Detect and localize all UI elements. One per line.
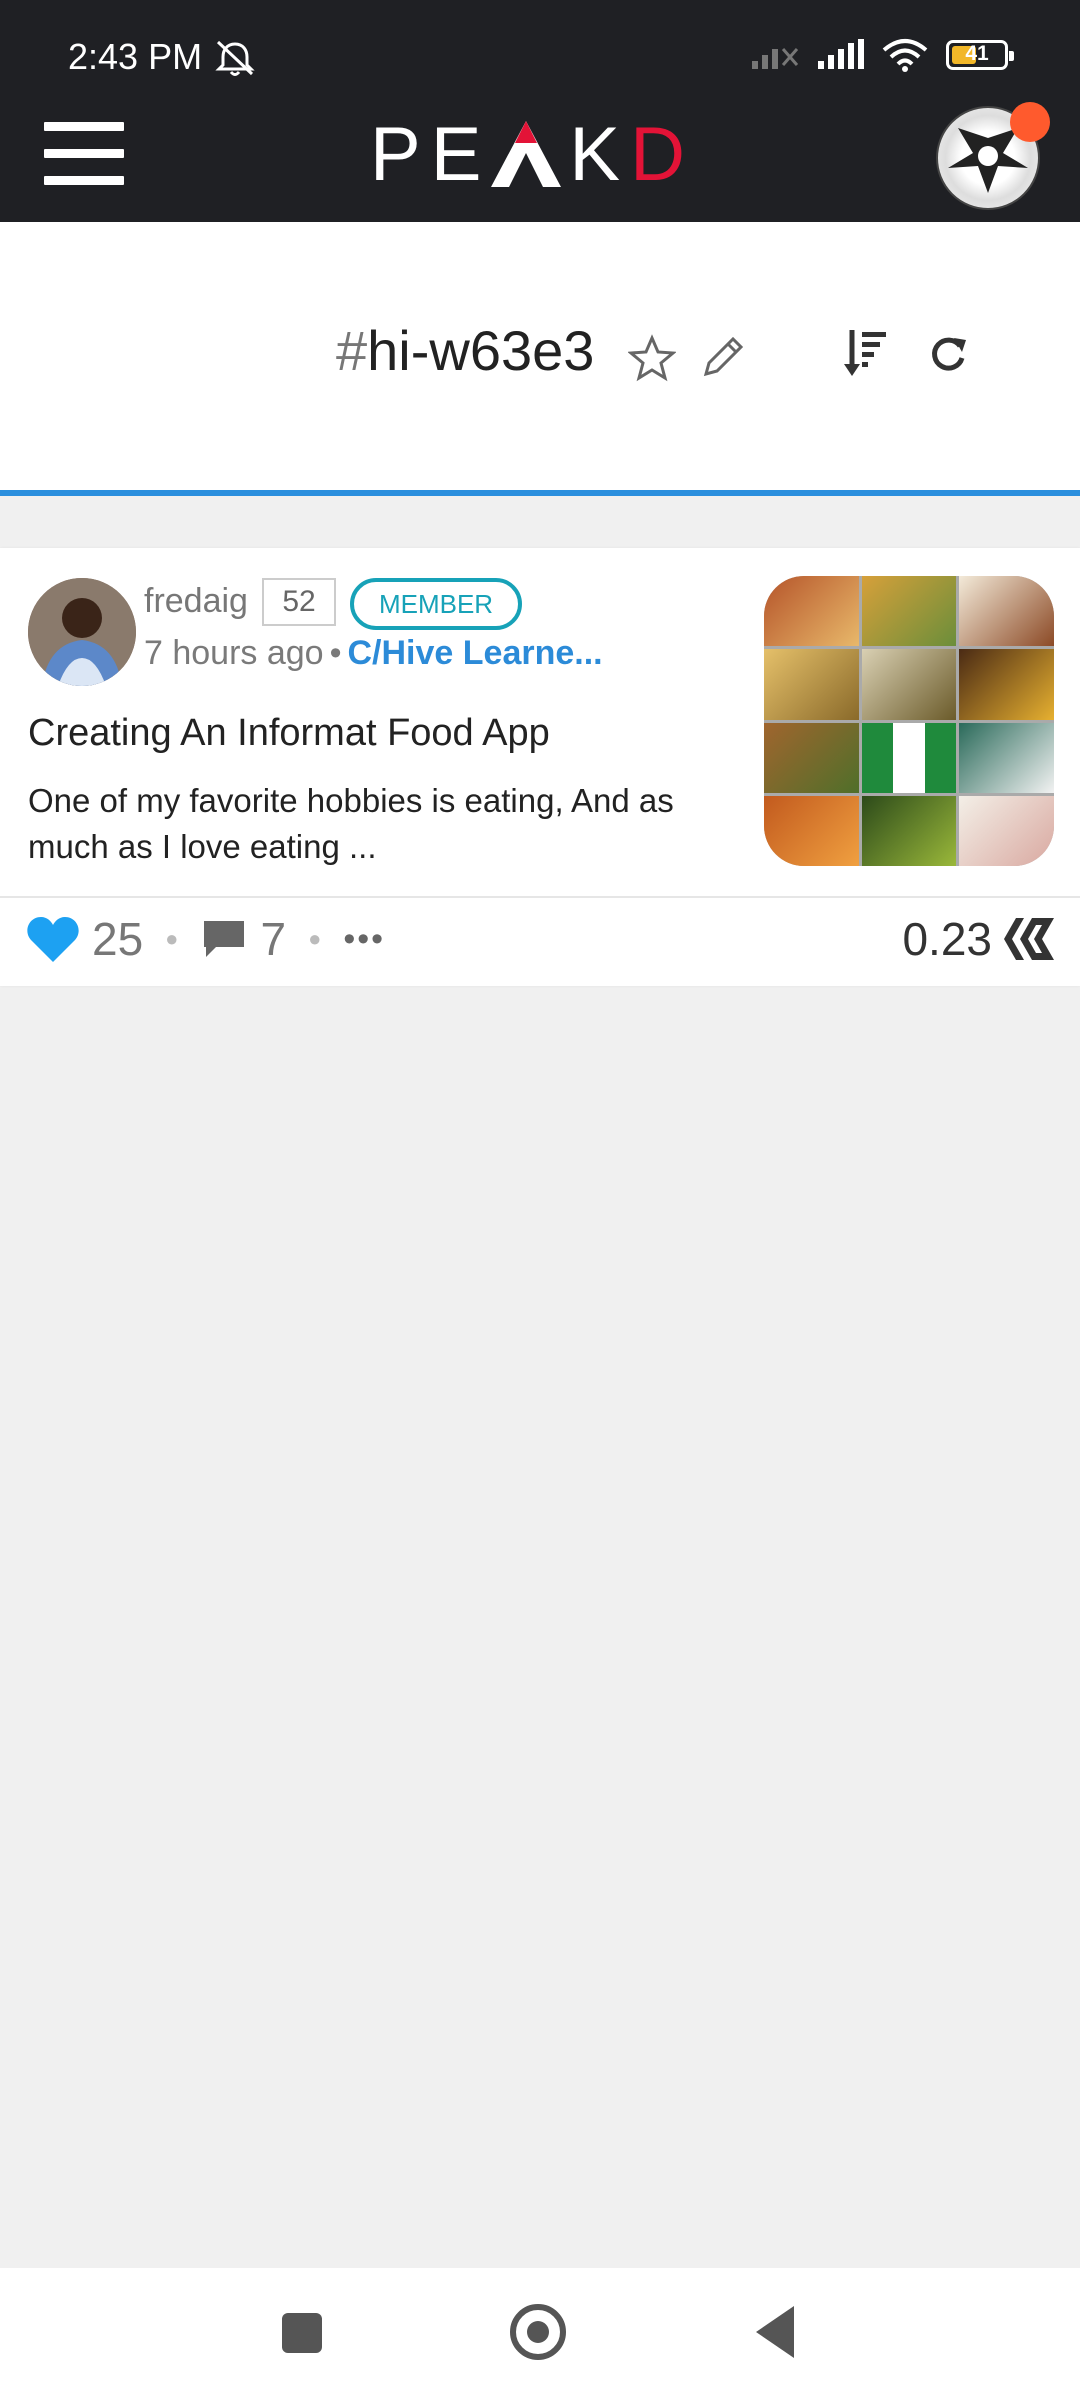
sort-icon[interactable] [842,326,890,378]
logo-text-pe: PE [370,111,492,197]
logo-a-icon [491,121,562,187]
post-time: 7 hours ago [144,634,324,672]
post-card[interactable]: fredaig 52 MEMBER 7 hours ago • C/Hive Lea… [0,548,1080,986]
post-excerpt[interactable]: One of my favorite hobbies is eating, An… [28,778,748,870]
author-avatar[interactable] [28,578,136,686]
vote-count[interactable]: 25 [92,912,143,966]
wifi-icon [882,39,928,72]
star-icon[interactable] [628,334,676,382]
payout-amount[interactable]: 0.23 [902,912,992,966]
back-button[interactable] [756,2306,794,2358]
refresh-icon[interactable] [926,332,970,376]
heart-icon[interactable] [26,914,80,964]
post-meta: 7 hours ago • C/Hive Learne... [144,634,603,673]
system-nav-bar [0,2268,1080,2400]
tag-hash: # [336,319,368,382]
recent-apps-button[interactable] [282,2313,322,2353]
meta-separator: • [329,634,342,672]
tag-header: #hi-w63e3 [0,222,1080,496]
muted-bell-icon [215,40,255,76]
battery-level: 41 [965,42,989,65]
comment-count[interactable]: 7 [260,912,286,966]
pencil-icon[interactable] [698,332,748,382]
peakd-logo[interactable]: PE K D [370,112,695,197]
post-title[interactable]: Creating An Informat Food App [28,712,550,755]
hamburger-menu-icon[interactable] [44,122,124,185]
comment-icon[interactable] [200,917,248,961]
notification-dot[interactable] [1010,102,1050,142]
member-badge: MEMBER [350,578,522,630]
post-actions: 25 ● 7 ● ••• [26,912,385,966]
post-footer: 25 ● 7 ● ••• 0.23 [0,896,1080,986]
reputation-badge: 52 [262,578,336,626]
status-icons: 41 [752,38,1014,72]
signal-off-icon [752,48,799,69]
app-header: 2:43 PM 41 PE K D [0,0,1080,222]
home-button[interactable] [510,2304,566,2360]
action-separator: ● [165,926,179,951]
payout-area[interactable]: 0.23 [902,912,1054,966]
post-thumbnail[interactable] [764,576,1054,866]
logo-text-k: K [569,111,631,197]
author-name[interactable]: fredaig [144,582,248,621]
logo-text-d: D [630,111,695,197]
action-separator: ● [308,926,322,951]
more-options-icon[interactable]: ••• [343,920,385,959]
signal-icon [818,39,864,69]
hive-logo-icon [1004,918,1054,960]
tag-name: hi-w63e3 [367,319,595,382]
status-time: 2:43 PM [68,36,203,77]
battery-icon: 41 [946,40,1014,70]
tag-title: #hi-w63e3 [336,318,594,383]
community-link[interactable]: C/Hive Learne... [348,634,603,672]
